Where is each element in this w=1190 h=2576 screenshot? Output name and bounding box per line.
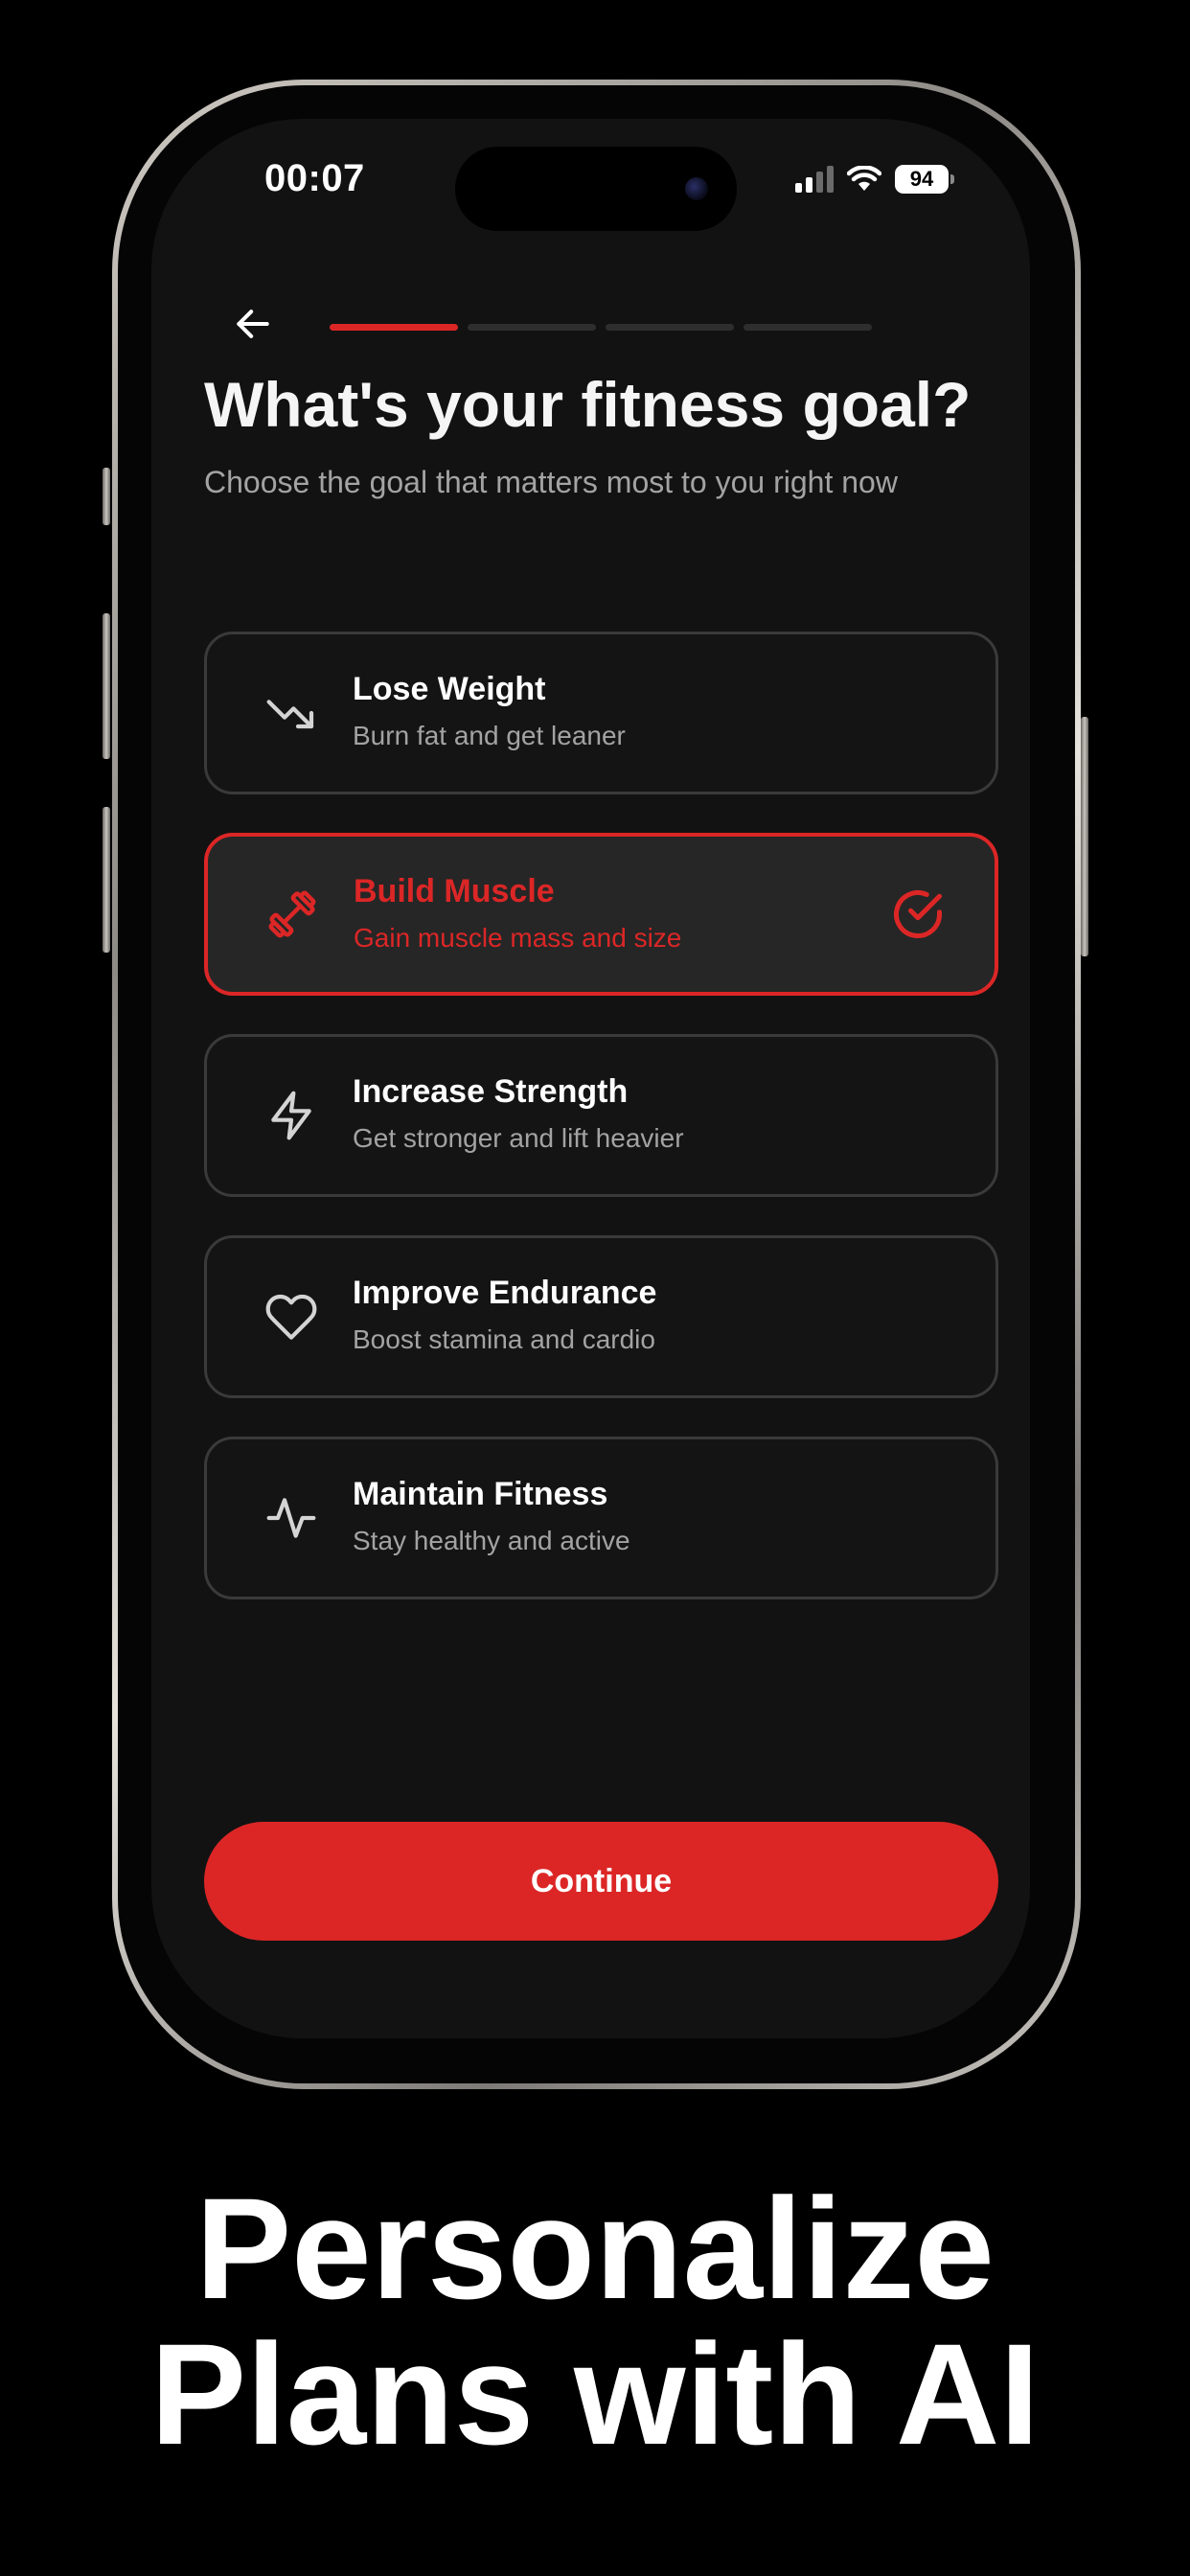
back-button[interactable] [218, 289, 287, 358]
progress-indicator [330, 324, 872, 331]
progress-step-3 [606, 324, 734, 331]
wifi-icon [847, 166, 881, 191]
goal-option-title: Build Muscle [354, 873, 555, 909]
app-screen: 00:07 94 What's your fitness goal? Choos… [151, 119, 1030, 2038]
progress-step-4 [744, 324, 872, 331]
progress-step-2 [468, 324, 596, 331]
goal-option-maintain-fitness[interactable]: Maintain Fitness Stay healthy and active [204, 1437, 998, 1599]
goal-option-increase-strength[interactable]: Increase Strength Get stronger and lift … [204, 1034, 998, 1197]
status-indicators: 94 [795, 165, 954, 194]
page-title: What's your fitness goal? [204, 369, 972, 440]
check-circle-icon [894, 890, 942, 938]
goal-option-description: Gain muscle mass and size [354, 923, 682, 953]
volume-up-button [103, 613, 110, 759]
volume-down-button [103, 807, 110, 953]
goal-option-title: Maintain Fitness [353, 1476, 608, 1512]
front-camera [685, 177, 708, 200]
arrow-left-icon [237, 310, 269, 338]
goal-option-description: Get stronger and lift heavier [353, 1123, 684, 1153]
trending-down-icon [261, 682, 322, 744]
caption-line-2: Plans with AI [150, 2313, 1040, 2474]
power-button [1081, 717, 1088, 956]
continue-button[interactable]: Continue [204, 1822, 998, 1941]
activity-icon [261, 1487, 322, 1549]
page-subtitle: Choose the goal that matters most to you… [204, 465, 898, 499]
goal-option-build-muscle[interactable]: Build Muscle Gain muscle mass and size [204, 833, 998, 996]
goal-option-improve-endurance[interactable]: Improve Endurance Boost stamina and card… [204, 1235, 998, 1398]
progress-step-1 [330, 324, 458, 331]
cellular-signal-icon [795, 166, 834, 193]
action-button [103, 468, 110, 525]
goal-option-description: Burn fat and get leaner [353, 721, 626, 750]
goal-option-title: Increase Strength [353, 1073, 629, 1110]
caption-line-1: Personalize [195, 2168, 995, 2329]
goal-option-title: Lose Weight [353, 671, 546, 707]
goal-option-lose-weight[interactable]: Lose Weight Burn fat and get leaner [204, 632, 998, 794]
goal-option-description: Stay healthy and active [353, 1526, 630, 1555]
dynamic-island [455, 147, 737, 231]
marketing-caption: Personalize Plans with AI [0, 2175, 1190, 2467]
lightning-icon [261, 1085, 322, 1146]
goal-option-title: Improve Endurance [353, 1275, 657, 1311]
goal-option-description: Boost stamina and cardio [353, 1324, 655, 1354]
heart-icon [261, 1286, 322, 1347]
status-time: 00:07 [264, 157, 365, 199]
battery-icon: 94 [895, 165, 954, 194]
dumbbell-icon [262, 884, 323, 945]
